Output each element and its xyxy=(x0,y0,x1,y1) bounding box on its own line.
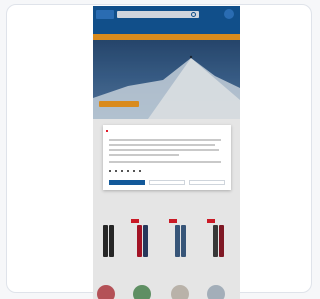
cookie-option[interactable] xyxy=(115,170,118,172)
checkbox-icon[interactable] xyxy=(133,170,135,172)
checkbox-icon[interactable] xyxy=(115,170,117,172)
checkbox-icon[interactable] xyxy=(139,170,141,172)
cookie-actions xyxy=(109,180,225,185)
accept-all-button[interactable] xyxy=(109,180,145,185)
save-settings-button[interactable] xyxy=(149,180,185,185)
cookie-options xyxy=(109,169,225,173)
checkbox-icon[interactable] xyxy=(109,170,111,172)
checkbox-icon[interactable] xyxy=(121,170,123,172)
reject-button[interactable] xyxy=(189,180,225,185)
checkbox-icon[interactable] xyxy=(127,170,129,172)
cookie-option[interactable] xyxy=(127,170,130,172)
cookie-consent-dialog xyxy=(103,125,231,190)
cookie-option[interactable] xyxy=(133,170,136,172)
website-screenshot xyxy=(93,6,240,299)
cookie-option[interactable] xyxy=(139,170,142,172)
cookie-option[interactable] xyxy=(109,170,112,172)
brand-dot-icon xyxy=(106,130,108,132)
cookie-option[interactable] xyxy=(121,170,124,172)
